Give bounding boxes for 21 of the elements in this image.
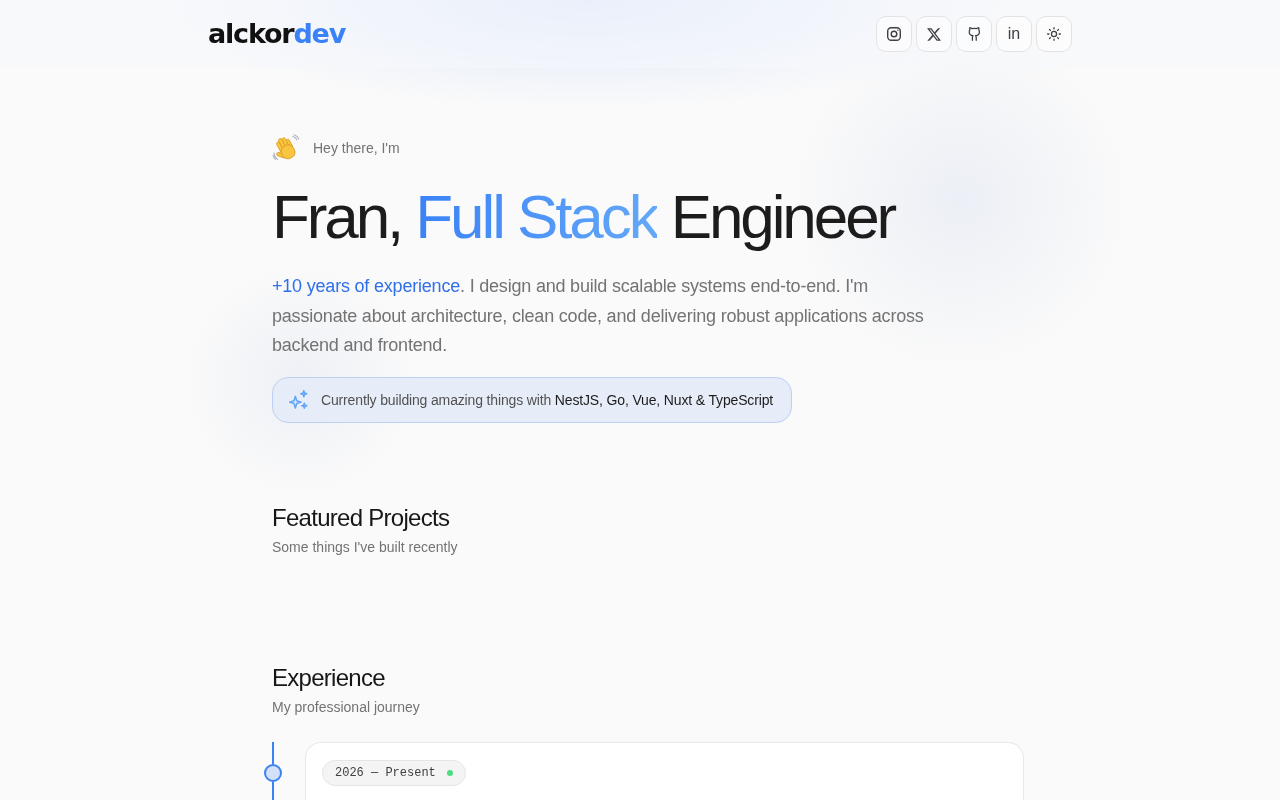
intro-paragraph: +10 years of experience. I design and build scalable systems end-to-end. I'm passionate about architecture, clean code, and delivering robust applications across backend and frontend. [272, 275, 925, 357]
sun-icon [1047, 27, 1061, 41]
theme-toggle-button[interactable] [1036, 16, 1072, 52]
x-button[interactable] [916, 16, 952, 52]
section-title: Experience [272, 662, 386, 693]
x-logo-icon [927, 27, 941, 41]
headline: Fran, Full Stack Engineer [272, 181, 896, 252]
github-button[interactable] [956, 16, 992, 52]
date-text: 2026 — Present [335, 765, 436, 780]
waving-hand-icon [272, 134, 300, 162]
section-subtitle: Some things I've built recently [272, 537, 459, 557]
instagram-button[interactable] [876, 16, 912, 52]
logo[interactable]: alckordev [208, 17, 346, 51]
section-title: Featured Projects [272, 502, 451, 533]
github-icon [967, 27, 981, 41]
sparkles-icon [289, 390, 308, 409]
linkedin-button[interactable]: in [996, 16, 1032, 52]
section-subtitle: My professional journey [272, 697, 421, 717]
instagram-icon [887, 27, 901, 41]
banner-text: Currently building amazing things with NestJS, Go, Vue, Nuxt & TypeScript [321, 391, 774, 408]
greeting-text: Hey there, I'm [313, 140, 400, 156]
